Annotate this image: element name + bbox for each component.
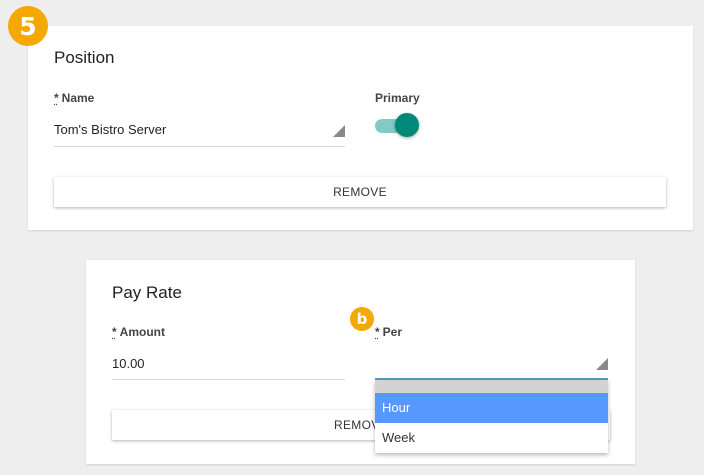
name-field-underline [54, 146, 345, 147]
per-option-week[interactable]: Week [375, 423, 608, 453]
primary-label: Primary [375, 91, 420, 105]
amount-field-label: * Amount [112, 325, 165, 339]
per-option-hour[interactable]: Hour [375, 393, 608, 423]
amount-field-underline [112, 379, 345, 380]
amount-label-text: Amount [119, 325, 165, 339]
name-field-label: * Name [54, 91, 94, 105]
triangle-corner-icon[interactable] [333, 125, 345, 137]
position-card-title: Position [54, 48, 115, 67]
name-select-value[interactable]: Tom's Bistro Server [54, 122, 166, 137]
callout-letter-badge: b [350, 307, 374, 331]
required-marker: * [112, 325, 117, 339]
required-marker: * [375, 325, 380, 339]
per-field-label: * Per [375, 325, 402, 339]
step-number-badge: 5 [8, 6, 48, 46]
pay-rate-card-title: Pay Rate [112, 283, 182, 302]
required-marker: * [54, 91, 59, 105]
triangle-corner-icon[interactable] [596, 358, 608, 370]
position-card: Position * Name Tom's Bistro Server Prima… [28, 26, 693, 230]
dropdown-empty-option[interactable] [375, 380, 608, 393]
per-options-dropdown: Hour Week [375, 380, 608, 453]
primary-toggle-knob[interactable] [395, 113, 419, 137]
per-label-text: Per [382, 325, 403, 339]
remove-position-button[interactable]: REMOVE [54, 177, 666, 207]
amount-input-value[interactable]: 10.00 [112, 356, 145, 371]
primary-toggle[interactable] [375, 112, 419, 138]
name-label-text: Name [61, 91, 95, 105]
